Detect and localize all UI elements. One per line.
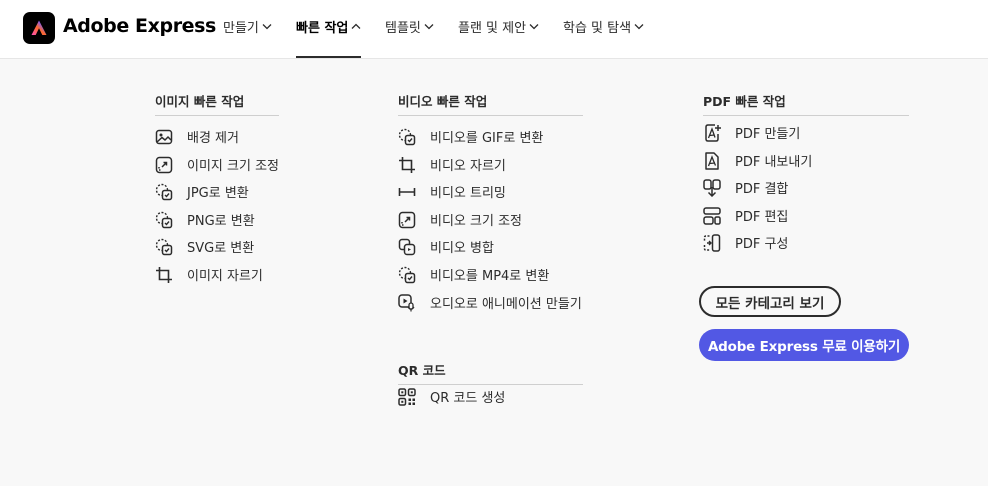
trim-icon (398, 183, 416, 201)
merge-icon (398, 238, 416, 256)
link-label: 이미지 자르기 (187, 269, 263, 284)
link-label: PDF 결합 (735, 182, 789, 197)
pdf-combine-icon (703, 178, 721, 197)
nav-create[interactable]: 만들기 (223, 17, 272, 36)
link-convert-svg[interactable]: SVG로 변환 (155, 237, 254, 256)
image-icon (155, 128, 173, 146)
link-video-to-mp4[interactable]: 비디오를 MP4로 변환 (398, 265, 549, 284)
link-label: 이미지 크기 조정 (187, 159, 279, 174)
link-merge-video[interactable]: 비디오 병합 (398, 237, 494, 256)
resize-icon (155, 156, 173, 174)
nav-plans-label: 플랜 및 제안 (458, 21, 527, 36)
convert-icon (155, 183, 173, 201)
nav-templates-label: 템플릿 (385, 21, 421, 36)
link-remove-background[interactable]: 배경 제거 (155, 127, 239, 146)
image-quick-actions-heading: 이미지 빠른 작업 (155, 91, 279, 116)
link-animate-from-audio[interactable]: 오디오로 애니메이션 만들기 (398, 293, 582, 312)
link-label: PDF 편집 (735, 210, 789, 225)
link-video-to-gif[interactable]: 비디오를 GIF로 변환 (398, 127, 543, 146)
crop-icon (398, 156, 416, 174)
convert-icon (155, 211, 173, 229)
pdf-organize-icon (703, 233, 721, 252)
qr-code-icon (398, 387, 416, 406)
link-label: 비디오 크기 조정 (430, 214, 522, 229)
nav-templates[interactable]: 템플릿 (385, 17, 434, 36)
link-convert-png[interactable]: PNG로 변환 (155, 210, 255, 229)
link-trim-video[interactable]: 비디오 트리밍 (398, 182, 506, 201)
try-adobe-express-free-button[interactable]: Adobe Express 무료 이용하기 (699, 329, 909, 361)
pdf-quick-actions-heading: PDF 빠른 작업 (703, 91, 909, 116)
resize-icon (398, 211, 416, 229)
link-qr-code-generator[interactable]: QR 코드 생성 (398, 387, 505, 406)
top-navigation-bar: Adobe Express 만들기 빠른 작업 템플릿 플랜 및 제안 학습 및… (0, 0, 988, 59)
link-resize-image[interactable]: 이미지 크기 조정 (155, 155, 279, 174)
nav-learn-label: 학습 및 탐색 (563, 21, 632, 36)
link-label: QR 코드 생성 (430, 391, 506, 406)
link-label: 비디오를 GIF로 변환 (430, 131, 544, 146)
chevron-down-icon (262, 23, 272, 30)
qr-code-heading: QR 코드 (398, 360, 583, 385)
link-edit-pdf[interactable]: PDF 편집 (703, 206, 788, 225)
nav-plans[interactable]: 플랜 및 제안 (458, 17, 539, 36)
nav-create-label: 만들기 (223, 21, 259, 36)
link-label: PDF 구성 (735, 237, 789, 252)
link-create-pdf[interactable]: PDF 만들기 (703, 123, 800, 142)
audio-animation-icon (398, 293, 416, 312)
pdf-edit-icon (703, 206, 721, 225)
link-label: 비디오를 MP4로 변환 (430, 269, 550, 284)
link-label: 비디오 자르기 (430, 159, 506, 174)
link-label: PNG로 변환 (187, 214, 255, 229)
link-organize-pdf[interactable]: PDF 구성 (703, 233, 788, 252)
active-nav-underline (296, 56, 361, 58)
convert-icon (398, 266, 416, 284)
convert-icon (398, 128, 416, 146)
link-combine-pdf[interactable]: PDF 결합 (703, 178, 788, 197)
chevron-down-icon (529, 23, 539, 30)
link-label: PDF 내보내기 (735, 155, 813, 170)
nav-quick-actions-label: 빠른 작업 (296, 21, 349, 36)
link-label: 비디오 트리밍 (430, 186, 506, 201)
pdf-export-icon (703, 151, 721, 170)
crop-icon (155, 266, 173, 284)
view-all-categories-button[interactable]: 모든 카테고리 보기 (699, 286, 841, 317)
link-label: 오디오로 애니메이션 만들기 (430, 297, 582, 312)
link-crop-image[interactable]: 이미지 자르기 (155, 265, 263, 284)
chevron-down-icon (634, 23, 644, 30)
link-label: 배경 제거 (187, 131, 239, 146)
link-resize-video[interactable]: 비디오 크기 조정 (398, 210, 522, 229)
link-label: PDF 만들기 (735, 127, 801, 142)
link-label: SVG로 변환 (187, 241, 255, 256)
link-label: 비디오 병합 (430, 241, 494, 256)
link-convert-jpg[interactable]: JPG로 변환 (155, 182, 249, 201)
chevron-up-icon (351, 23, 361, 30)
adobe-express-logo-icon[interactable] (23, 12, 55, 44)
nav-learn[interactable]: 학습 및 탐색 (563, 17, 644, 36)
convert-icon (155, 238, 173, 256)
link-label: JPG로 변환 (187, 186, 249, 201)
brand-name[interactable]: Adobe Express (63, 15, 216, 37)
link-crop-video[interactable]: 비디오 자르기 (398, 155, 506, 174)
nav-quick-actions[interactable]: 빠른 작업 (296, 17, 361, 36)
chevron-down-icon (424, 23, 434, 30)
pdf-create-icon (703, 123, 721, 142)
link-export-pdf[interactable]: PDF 내보내기 (703, 151, 812, 170)
video-quick-actions-heading: 비디오 빠른 작업 (398, 91, 583, 116)
